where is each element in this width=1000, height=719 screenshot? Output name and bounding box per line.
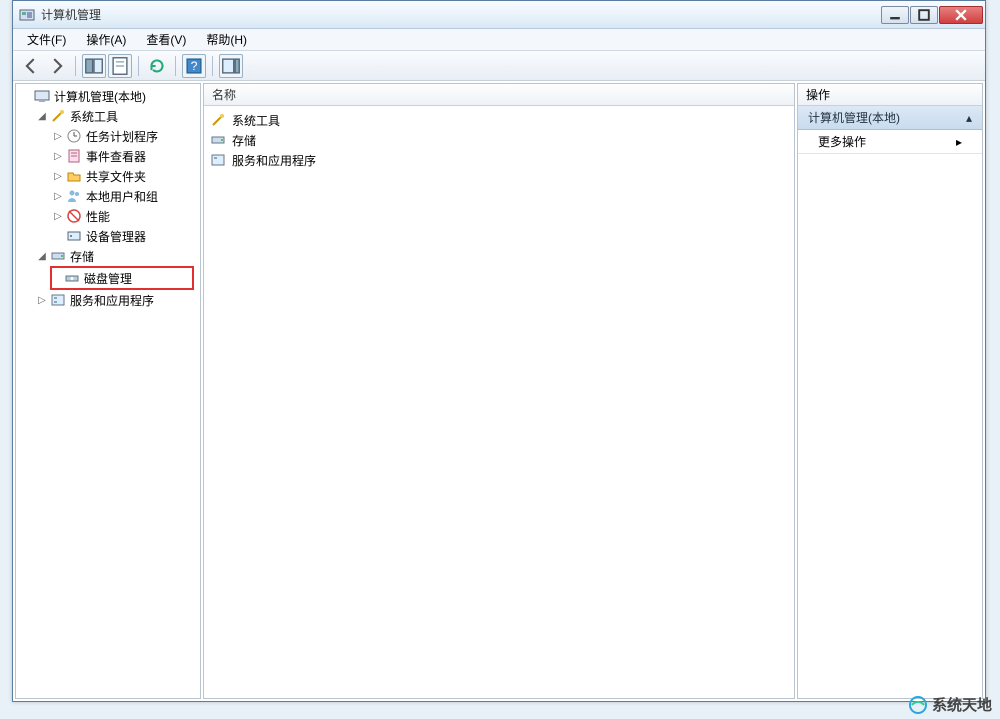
tree-label: 系统工具 xyxy=(70,108,118,125)
tree-services-apps[interactable]: ▷ 服务和应用程序 xyxy=(16,290,200,310)
tree-label: 存储 xyxy=(70,248,94,265)
list-item-label: 存储 xyxy=(232,132,256,149)
list-item-services-apps[interactable]: 服务和应用程序 xyxy=(210,150,788,170)
tree-shared-folders[interactable]: ▷ 共享文件夹 xyxy=(16,166,200,186)
list-item-system-tools[interactable]: 系统工具 xyxy=(210,110,788,130)
users-icon xyxy=(66,188,82,204)
help-button[interactable]: ? xyxy=(182,54,206,78)
tree-disk-management-highlight: 磁盘管理 xyxy=(50,266,194,290)
tree-label: 任务计划程序 xyxy=(86,128,158,145)
expand-toggle-icon[interactable]: ▷ xyxy=(52,171,64,182)
collapse-toggle-icon[interactable]: ◢ xyxy=(36,251,48,262)
navigation-tree: 计算机管理(本地) ◢ 系统工具 ▷ 任务计划程序 ▷ 事件查看器 xyxy=(16,84,200,312)
svg-text:?: ? xyxy=(191,59,198,73)
list-item-label: 服务和应用程序 xyxy=(232,152,316,169)
tree-disk-management[interactable]: 磁盘管理 xyxy=(52,268,192,288)
toolbar-separator xyxy=(175,56,176,76)
performance-icon xyxy=(66,208,82,224)
shared-folder-icon xyxy=(66,168,82,184)
clock-icon xyxy=(66,128,82,144)
expand-toggle-icon[interactable]: ▷ xyxy=(52,151,64,162)
navigation-tree-pane: 计算机管理(本地) ◢ 系统工具 ▷ 任务计划程序 ▷ 事件查看器 xyxy=(15,83,201,699)
tree-system-tools[interactable]: ◢ 系统工具 xyxy=(16,106,200,126)
services-icon xyxy=(50,292,66,308)
device-icon xyxy=(66,228,82,244)
tree-label: 服务和应用程序 xyxy=(70,292,154,309)
expand-toggle-icon[interactable]: ▷ xyxy=(52,211,64,222)
tree-task-scheduler[interactable]: ▷ 任务计划程序 xyxy=(16,126,200,146)
collapse-arrow-icon: ▴ xyxy=(966,111,972,125)
actions-header: 操作 xyxy=(798,84,982,106)
globe-icon xyxy=(908,695,928,715)
list-body: 系统工具 存储 服务和应用程序 xyxy=(204,106,794,698)
toolbar-separator xyxy=(75,56,76,76)
content-pane: 名称 系统工具 存储 服务和应用程序 xyxy=(203,83,795,699)
disk-icon xyxy=(64,270,80,286)
expand-toggle-icon[interactable]: ▷ xyxy=(36,295,48,306)
actions-pane: 操作 计算机管理(本地) ▴ 更多操作 ▸ xyxy=(797,83,983,699)
tree-storage[interactable]: ◢ 存储 xyxy=(16,246,200,266)
properties-button[interactable] xyxy=(108,54,132,78)
close-button[interactable] xyxy=(939,6,983,24)
toolbar-separator xyxy=(212,56,213,76)
tree-root[interactable]: 计算机管理(本地) xyxy=(16,86,200,106)
show-hide-action-pane-button[interactable] xyxy=(219,54,243,78)
minimize-button[interactable] xyxy=(881,6,909,24)
refresh-button[interactable] xyxy=(145,54,169,78)
menu-file[interactable]: 文件(F) xyxy=(17,29,76,50)
window-controls xyxy=(881,6,983,24)
forward-button[interactable] xyxy=(45,54,69,78)
expand-toggle-icon[interactable]: ▷ xyxy=(52,131,64,142)
tree-label: 计算机管理(本地) xyxy=(54,88,146,105)
menu-view[interactable]: 查看(V) xyxy=(136,29,196,50)
menu-action[interactable]: 操作(A) xyxy=(76,29,136,50)
toolbar: ? xyxy=(13,51,985,81)
tree-label: 共享文件夹 xyxy=(86,168,146,185)
storage-icon xyxy=(210,132,226,148)
tools-icon xyxy=(50,108,66,124)
storage-icon xyxy=(50,248,66,264)
list-item-label: 系统工具 xyxy=(232,112,280,129)
body-area: 计算机管理(本地) ◢ 系统工具 ▷ 任务计划程序 ▷ 事件查看器 xyxy=(13,81,985,701)
computer-management-window: 计算机管理 文件(F) 操作(A) 查看(V) 帮助(H) ? xyxy=(12,0,986,702)
tree-label: 设备管理器 xyxy=(86,228,146,245)
watermark-text: 系统天地 xyxy=(932,694,992,715)
tree-label: 本地用户和组 xyxy=(86,188,158,205)
tree-label: 事件查看器 xyxy=(86,148,146,165)
app-icon xyxy=(19,7,35,23)
watermark: 系统天地 xyxy=(908,694,992,715)
tree-event-viewer[interactable]: ▷ 事件查看器 xyxy=(16,146,200,166)
toolbar-separator xyxy=(138,56,139,76)
maximize-button[interactable] xyxy=(910,6,938,24)
window-title: 计算机管理 xyxy=(41,6,881,23)
back-button[interactable] xyxy=(19,54,43,78)
services-icon xyxy=(210,152,226,168)
show-hide-tree-button[interactable] xyxy=(82,54,106,78)
tree-local-users[interactable]: ▷ 本地用户和组 xyxy=(16,186,200,206)
tools-icon xyxy=(210,112,226,128)
tree-label: 磁盘管理 xyxy=(84,270,132,287)
computer-icon xyxy=(34,88,50,104)
tree-device-manager[interactable]: 设备管理器 xyxy=(16,226,200,246)
tree-label: 性能 xyxy=(86,208,110,225)
collapse-toggle-icon[interactable]: ◢ xyxy=(36,111,48,122)
menubar: 文件(F) 操作(A) 查看(V) 帮助(H) xyxy=(13,29,985,51)
actions-more-label: 更多操作 xyxy=(818,133,866,150)
chevron-right-icon: ▸ xyxy=(956,135,962,149)
actions-more[interactable]: 更多操作 ▸ xyxy=(798,130,982,154)
tree-performance[interactable]: ▷ 性能 xyxy=(16,206,200,226)
expand-toggle-icon[interactable]: ▷ xyxy=(52,191,64,202)
menu-help[interactable]: 帮助(H) xyxy=(196,29,257,50)
list-item-storage[interactable]: 存储 xyxy=(210,130,788,150)
titlebar[interactable]: 计算机管理 xyxy=(13,1,985,29)
list-header-name[interactable]: 名称 xyxy=(204,84,794,106)
actions-group-label: 计算机管理(本地) xyxy=(808,109,900,126)
actions-group[interactable]: 计算机管理(本地) ▴ xyxy=(798,106,982,130)
event-log-icon xyxy=(66,148,82,164)
